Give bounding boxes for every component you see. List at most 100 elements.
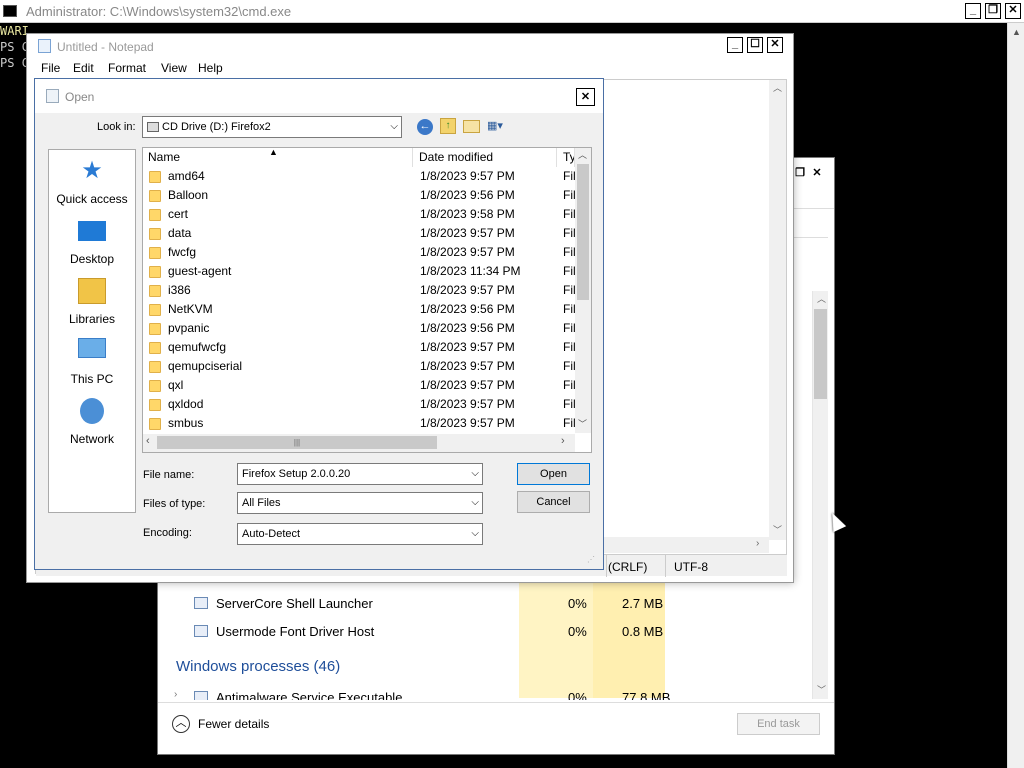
up-folder-icon[interactable]: ↑ xyxy=(440,118,456,134)
chevron-down-icon[interactable]: ⌵ xyxy=(471,493,479,513)
chevron-down-icon[interactable]: ⌵ xyxy=(390,117,398,137)
menu-file[interactable]: File xyxy=(41,61,60,75)
scroll-right-icon[interactable]: › xyxy=(561,435,565,447)
scroll-thumb[interactable] xyxy=(577,164,589,300)
scroll-thumb[interactable] xyxy=(814,309,827,399)
scroll-down-icon[interactable]: ﹀ xyxy=(817,683,826,696)
file-row[interactable]: qxl 1/8/2023 9:57 PM Fil xyxy=(143,376,575,395)
menu-edit[interactable]: Edit xyxy=(73,61,94,75)
file-row[interactable]: qemufwcfg 1/8/2023 9:57 PM Fil xyxy=(143,338,575,357)
scroll-up-icon[interactable]: ︿ xyxy=(817,292,826,305)
minimize-icon[interactable]: _ xyxy=(965,3,981,19)
close-icon[interactable]: ✕ xyxy=(1005,3,1021,19)
expand-icon[interactable]: › xyxy=(174,689,177,700)
open-button[interactable]: Open xyxy=(517,463,590,485)
look-in-value: CD Drive (D:) Firefox2 xyxy=(162,121,271,133)
menu-format[interactable]: Format xyxy=(108,61,146,75)
network-icon xyxy=(80,398,104,424)
file-row[interactable]: NetKVM 1/8/2023 9:56 PM Fil xyxy=(143,300,575,319)
menu-view[interactable]: View xyxy=(161,61,187,75)
file-row[interactable]: data 1/8/2023 9:57 PM Fil xyxy=(143,224,575,243)
file-vertical-scrollbar[interactable]: ︿ ﹀ xyxy=(575,148,591,433)
cancel-button[interactable]: Cancel xyxy=(517,491,590,513)
close-icon[interactable]: ✕ xyxy=(809,167,825,183)
scroll-thumb[interactable]: ||| xyxy=(157,436,437,449)
place-desktop[interactable]: Desktop xyxy=(49,218,135,278)
scroll-up-icon[interactable]: ︿ xyxy=(773,81,782,94)
dialog-title: Open xyxy=(65,90,95,104)
file-name-input[interactable]: Firefox Setup 2.0.0.20 ⌵ xyxy=(237,463,483,485)
minimize-icon[interactable]: _ xyxy=(727,37,743,53)
process-row[interactable]: › Antimalware Service Executable 0% 77.8… xyxy=(158,686,818,700)
folder-icon xyxy=(149,342,161,354)
file-row[interactable]: qxldod 1/8/2023 9:57 PM Fil xyxy=(143,395,575,414)
file-row[interactable]: qemupciserial 1/8/2023 9:57 PM Fil xyxy=(143,357,575,376)
file-list: Name ▲ Date modified Ty amd64 1/8/2023 9:5… xyxy=(142,147,592,453)
fewer-details-link[interactable]: Fewer details xyxy=(198,717,269,731)
cmd-scrollbar[interactable]: ▲ xyxy=(1007,23,1024,768)
cd-drive-icon xyxy=(147,122,159,133)
scroll-down-icon[interactable]: ﹀ xyxy=(773,523,782,536)
scroll-right-icon[interactable]: › xyxy=(756,538,759,549)
restore-icon[interactable]: ❐ xyxy=(792,167,808,183)
file-name: data xyxy=(168,226,192,240)
chevron-up-icon[interactable]: ︿ xyxy=(172,715,190,733)
file-row[interactable]: cert 1/8/2023 9:58 PM Fil xyxy=(143,205,575,224)
file-type: Fil xyxy=(563,321,575,335)
end-task-button[interactable]: End task xyxy=(737,713,820,735)
resize-grip-icon[interactable]: ⋰ xyxy=(587,555,595,564)
place-network[interactable]: Network xyxy=(49,398,135,458)
process-row[interactable]: Usermode Font Driver Host 0% 0.8 MB xyxy=(158,618,818,646)
file-type: Fil xyxy=(563,283,575,297)
notepad-title-bar[interactable]: Untitled - Notepad _ ☐ ✕ xyxy=(27,34,793,59)
file-row[interactable]: pvpanic 1/8/2023 9:56 PM Fil xyxy=(143,319,575,338)
file-row[interactable]: guest-agent 1/8/2023 11:34 PM Fil xyxy=(143,262,575,281)
close-icon[interactable]: ✕ xyxy=(767,37,783,53)
maximize-icon[interactable]: ☐ xyxy=(747,37,763,53)
scroll-up-icon[interactable]: ︿ xyxy=(578,148,587,161)
chevron-down-icon[interactable]: ⌵ xyxy=(471,524,479,544)
star-icon: ★ xyxy=(81,157,103,184)
new-folder-icon[interactable] xyxy=(463,120,480,133)
scroll-up-icon[interactable]: ▲ xyxy=(1012,27,1021,37)
folder-icon xyxy=(149,266,161,278)
file-row[interactable]: amd64 1/8/2023 9:57 PM Fil xyxy=(143,167,575,186)
place-quick-access[interactable]: ★ Quick access xyxy=(49,158,135,218)
file-date: 1/8/2023 9:56 PM xyxy=(420,321,515,335)
scroll-left-icon[interactable]: ‹ xyxy=(146,435,150,447)
look-in-combo[interactable]: CD Drive (D:) Firefox2 ⌵ xyxy=(142,116,402,138)
file-row[interactable]: fwcfg 1/8/2023 9:57 PM Fil xyxy=(143,243,575,262)
cmd-title: Administrator: C:\Windows\system32\cmd.e… xyxy=(26,4,292,19)
file-name: NetKVM xyxy=(168,302,213,316)
back-icon[interactable]: ← xyxy=(417,119,433,135)
scroll-down-icon[interactable]: ﹀ xyxy=(578,417,587,430)
place-this-pc[interactable]: This PC xyxy=(49,338,135,398)
place-libraries[interactable]: Libraries xyxy=(49,278,135,338)
folder-icon xyxy=(149,285,161,297)
file-type: Fil xyxy=(563,188,575,202)
file-row[interactable]: Balloon 1/8/2023 9:56 PM Fil xyxy=(143,186,575,205)
file-type-select[interactable]: All Files ⌵ xyxy=(237,492,483,514)
dialog-title-bar[interactable]: Open ✕ xyxy=(35,79,603,113)
file-row[interactable]: smbus 1/8/2023 9:57 PM Fil xyxy=(143,414,575,433)
file-date: 1/8/2023 11:34 PM xyxy=(420,264,521,278)
encoding-select[interactable]: Auto-Detect ⌵ xyxy=(237,523,483,545)
process-scrollbar[interactable]: ︿ ﹀ xyxy=(812,291,828,699)
view-menu-icon[interactable]: ▦▾ xyxy=(487,119,513,134)
menu-help[interactable]: Help xyxy=(198,61,223,75)
column-name[interactable]: Name ▲ xyxy=(143,147,413,167)
cmd-title-bar[interactable]: Administrator: C:\Windows\system32\cmd.e… xyxy=(0,0,1024,23)
column-date[interactable]: Date modified xyxy=(414,148,557,167)
column-type[interactable]: Ty xyxy=(558,148,575,167)
file-row[interactable]: i386 1/8/2023 9:57 PM Fil xyxy=(143,281,575,300)
divider xyxy=(665,555,666,577)
close-icon[interactable]: ✕ xyxy=(576,88,595,106)
maximize-icon[interactable]: ❐ xyxy=(985,3,1001,19)
file-horizontal-scrollbar[interactable]: ‹ ||| › xyxy=(143,434,575,452)
process-row[interactable]: ServerCore Shell Launcher 0% 2.7 MB xyxy=(158,590,818,618)
folder-icon xyxy=(149,171,161,183)
chevron-down-icon[interactable]: ⌵ xyxy=(471,464,479,484)
notepad-vertical-scrollbar[interactable]: ︿ ﹀ xyxy=(769,80,786,540)
status-eol: (CRLF) xyxy=(608,560,648,574)
file-name: smbus xyxy=(168,416,204,430)
